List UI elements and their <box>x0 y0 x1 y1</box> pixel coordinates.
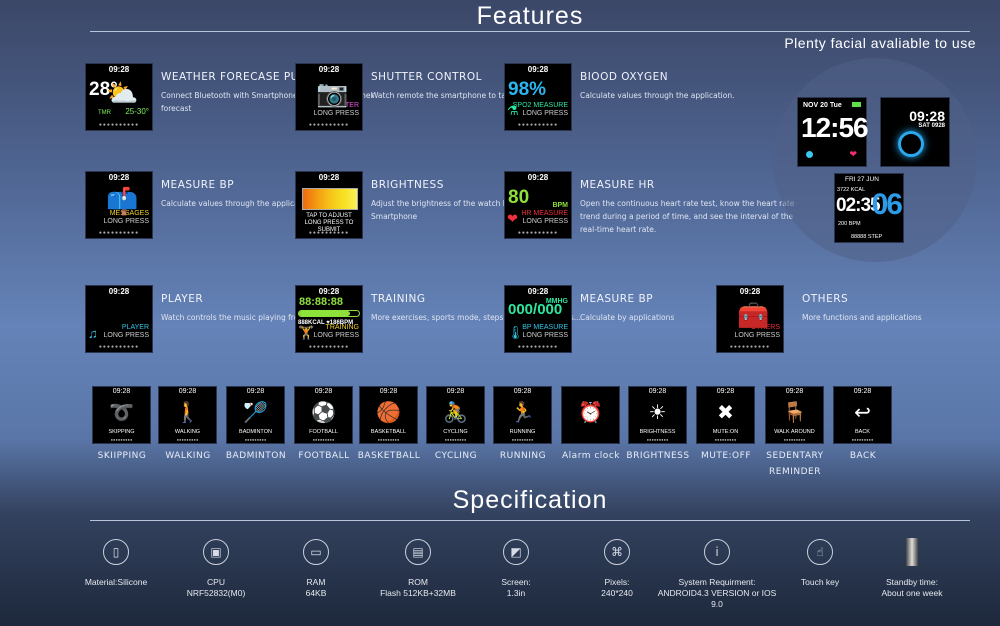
info-icon: i <box>704 539 730 565</box>
ring-icon <box>898 131 924 157</box>
page-dots: ●●●●●●●●●● <box>308 122 350 128</box>
camera-icon: 📷 <box>316 78 349 108</box>
alarm-clock-icon: ⏰ <box>578 402 603 424</box>
feature-screen: 09:28 000/000 MMHG BP MEASURE LONG PRESS 🌡 ●●●… <box>504 285 572 353</box>
pixels-icon: ⌘ <box>604 539 630 565</box>
feature-screen: 09:28 OTHERS LONG PRESS 🧰 ●●●●●●●●●● <box>716 285 784 353</box>
feature-screen: 09:28 MESSAGES LONG PRESS 📫 ●●●●●●●●●● <box>85 171 153 239</box>
sport-screen: 09:28 🚶 WALKING ●●●●●●●●● <box>158 386 217 444</box>
divider <box>90 520 970 521</box>
phone-material-icon: ▯ <box>103 539 129 565</box>
feature-screen: 09:28 SHUTTER LONG PRESS 📷 ●●●●●●●●●● <box>295 63 363 131</box>
ram-icon: ▭ <box>303 539 329 565</box>
sport-screen: 09:28 🏸 BADMINTON ●●●●●●●●● <box>226 386 285 444</box>
feature-title: BIOOD OXYGEN <box>580 71 669 83</box>
sport-label: MUTE:OFF <box>700 451 751 461</box>
music-player-icon: ♫ <box>88 326 98 341</box>
feature-screen: 09:28 80 BPM HR MEASURE LONG PRESS ❤ ●●●●●●●●●… <box>504 171 572 239</box>
cycling-icon: 🚴 <box>443 402 468 424</box>
heart-icon: ❤ <box>849 149 857 159</box>
running-icon: 🏃 <box>510 402 535 424</box>
feature-screen: 09:28 PLAYER LONG PRESS ♫ ●●●●●●●●●● <box>85 285 153 353</box>
page-dots: ●●●●●●●●●● <box>308 230 350 236</box>
watch-face-3: FRI 27 JUN 3722 KCAL 02:35 06 200 BPM 88… <box>834 173 904 243</box>
basketball-icon: 🏀 <box>376 402 401 424</box>
armchair-icon: 🪑 <box>782 402 807 424</box>
touch-hand-icon: ☝ <box>807 539 833 565</box>
page-dots: ●●●●●●●●●● <box>98 122 140 128</box>
sport-screen: 09:28 🚴 CYCLING ●●●●●●●●● <box>426 386 485 444</box>
feature-desc: Open the continuous heart rate test, kno… <box>580 199 795 234</box>
sun-icon: ☀ <box>648 402 667 424</box>
weather-dot-icon <box>806 151 813 158</box>
feature-screen: 09:28 88:88:88 888KCAL ♥186BPM TRAINING LONG… <box>295 285 363 353</box>
screen-value: 98% <box>508 79 547 100</box>
thermometer-icon: 🌡 <box>507 325 524 340</box>
page-dots: ●●●●●●●●●● <box>517 230 559 236</box>
sport-screen: 09:28 🏃 RUNNING ●●●●●●●●● <box>493 386 552 444</box>
feature-title: OTHERS <box>802 293 849 305</box>
page-dots: ●●●●●●●●●● <box>98 230 140 236</box>
screen-value: 88:88:88 <box>299 296 344 308</box>
sd-card-icon: ▤ <box>405 539 431 565</box>
sport-screen: ⏰ <box>561 386 620 444</box>
screen-value: 80 <box>508 187 530 208</box>
spec-label: Standby time: About one week <box>881 577 943 598</box>
brightness-bar-icon <box>302 188 358 210</box>
page-dots: ●●●●●●●●●● <box>517 122 559 128</box>
watch-face-1: NOV 20 Tue 12:56 ❤ <box>797 97 869 167</box>
weather-cloud-icon: ⛅ <box>106 78 139 108</box>
flask-icon: ⚗ <box>507 103 519 118</box>
shuttlecock-icon: 🏸 <box>243 402 268 424</box>
heart-icon: ❤ <box>507 211 518 226</box>
feature-title: TRAINING <box>371 293 426 305</box>
sport-screen: 09:28 ➰ SKIPPING ●●●●●●●●● <box>92 386 151 444</box>
feature-title: BRIGHTNESS <box>371 179 444 191</box>
feature-desc: More functions and applications <box>802 313 922 322</box>
walking-icon: 🚶 <box>175 402 200 424</box>
feature-title: SHUTTER CONTROL <box>371 71 482 83</box>
chip-icon: ▣ <box>203 539 229 565</box>
page-dots: ●●●●●●●●●● <box>517 344 559 350</box>
sport-screen: 09:28 ☀ BRIGHTNESS ●●●●●●●●● <box>628 386 687 444</box>
sport-screen: 09:28 ⚽ FOOTBALL ●●●●●●●●● <box>294 386 353 444</box>
page-dots: ●●●●●●●●●● <box>729 344 771 350</box>
features-title: Features <box>476 2 584 30</box>
feature-title: MEASURE BP <box>161 179 235 191</box>
feature-screen: 09:28 TAP TO ADJUST LONG PRESS TO SUBMIT ●●… <box>295 171 363 239</box>
mailbox-icon: 📫 <box>106 186 139 216</box>
feature-title: PLAYER <box>161 293 204 305</box>
battery-icon <box>906 538 918 566</box>
jump-rope-icon: ➰ <box>109 402 134 424</box>
feature-title: MEASURE HR <box>580 179 655 191</box>
feature-title: WEATHER FORECASE PUSH <box>161 71 315 83</box>
sport-screen: 09:28 🪑 WALK AROUND ●●●●●●●●● <box>765 386 824 444</box>
feature-screen: 09:28 98% SPO2 MEASURE LONG PRESS ⚗ ●●●●●●●●●… <box>504 63 572 131</box>
sport-screen: 09:28 ✖ MUTE:ON ●●●●●●●●● <box>696 386 755 444</box>
page-dots: ●●●●●●●●●● <box>98 344 140 350</box>
sport-label: BACK <box>849 451 877 461</box>
faces-caption: Plenty facial avaliable to use <box>784 35 976 51</box>
sport-screen: 09:28 ↩ BACK ●●●●●●●●● <box>833 386 892 444</box>
mute-icon: ✖ <box>717 402 734 424</box>
sport-screen: 09:28 🏀 BASKETBALL ●●●●●●●●● <box>359 386 418 444</box>
dumbbell-icon: 🏋 <box>298 325 315 340</box>
feature-screen: 09:28 28° 25-30° TMR ⛅ ●●●●●●●●●● <box>85 63 153 131</box>
screen-icon: ◩ <box>503 539 529 565</box>
back-arrow-icon: ↩ <box>854 402 871 424</box>
page-dots: ●●●●●●●●●● <box>308 344 350 350</box>
feature-desc: Calculate values through the application… <box>580 91 735 100</box>
toolbox-icon: 🧰 <box>737 300 770 330</box>
specification-title: Specification <box>452 486 608 514</box>
divider <box>90 31 970 32</box>
watch-face-2: 09:28 SAT 0928 <box>880 97 950 167</box>
feature-title: MEASURE BP <box>580 293 654 305</box>
battery-icon <box>852 102 861 107</box>
football-icon: ⚽ <box>311 402 336 424</box>
